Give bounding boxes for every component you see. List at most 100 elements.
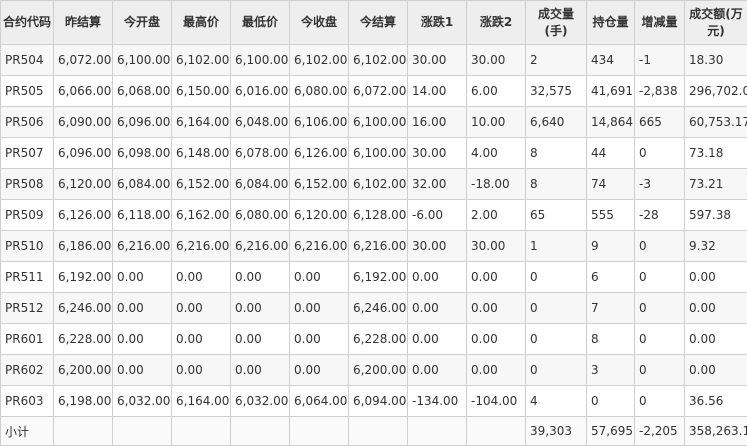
- table-cell: 6,096.00: [54, 138, 113, 169]
- table-cell: -6.00: [408, 200, 467, 231]
- table-cell: 296,702.03: [685, 76, 747, 107]
- table-cell: 10.00: [467, 107, 526, 138]
- table-cell: 0.00: [408, 355, 467, 386]
- contract-code-cell: PR505: [1, 76, 54, 107]
- table-cell: 6,090.00: [54, 107, 113, 138]
- table-cell: 0: [587, 386, 635, 417]
- table-cell: 6,198.00: [54, 386, 113, 417]
- table-cell: 8: [526, 169, 587, 200]
- header-close: 今收盘: [290, 1, 349, 45]
- table-cell: 1: [526, 231, 587, 262]
- table-cell: 6,120.00: [54, 169, 113, 200]
- header-prev-settle: 昨结算: [54, 1, 113, 45]
- table-row: PR5056,066.006,068.006,150.006,016.006,0…: [1, 76, 747, 107]
- futures-settlement-table: 合约代码昨结算今开盘最高价最低价今收盘今结算涨跌1涨跌2成交量(手)持仓量增减量…: [0, 0, 747, 446]
- table-cell: 41,691: [587, 76, 635, 107]
- table-cell: 6,072.00: [54, 45, 113, 76]
- table-cell: 6,164.00: [172, 386, 231, 417]
- table-cell: 14.00: [408, 76, 467, 107]
- table-cell: 0.00: [290, 293, 349, 324]
- table-cell: 6,228.00: [349, 324, 408, 355]
- table-cell: 6,200.00: [349, 355, 408, 386]
- table-cell: 0.00: [113, 293, 172, 324]
- subtotal-cell: 57,695: [587, 417, 635, 446]
- table-cell: 6,016.00: [231, 76, 290, 107]
- table-cell: 6,102.00: [290, 45, 349, 76]
- header-volume: 成交量(手): [526, 1, 587, 45]
- contract-code-cell: PR509: [1, 200, 54, 231]
- table-cell: 6,032.00: [113, 386, 172, 417]
- table-cell: 0.00: [172, 324, 231, 355]
- table-cell: 74: [587, 169, 635, 200]
- header-open: 今开盘: [113, 1, 172, 45]
- table-cell: 6,200.00: [54, 355, 113, 386]
- header-high: 最高价: [172, 1, 231, 45]
- table-cell: 6,072.00: [349, 76, 408, 107]
- table-cell: -3: [635, 169, 685, 200]
- subtotal-cell: [113, 417, 172, 446]
- contract-code-cell: PR507: [1, 138, 54, 169]
- table-cell: 6,228.00: [54, 324, 113, 355]
- table-cell: 6,152.00: [290, 169, 349, 200]
- table-cell: 6,192.00: [54, 262, 113, 293]
- table-row: PR6016,228.000.000.000.000.006,228.000.0…: [1, 324, 747, 355]
- table-cell: 6,216.00: [113, 231, 172, 262]
- table-cell: 0.00: [231, 262, 290, 293]
- subtotal-cell: [54, 417, 113, 446]
- table-cell: 7: [587, 293, 635, 324]
- table-cell: 0.00: [467, 293, 526, 324]
- header-change2: 涨跌2: [467, 1, 526, 45]
- table-cell: -18.00: [467, 169, 526, 200]
- table-cell: 30.00: [408, 231, 467, 262]
- table-cell: 597.38: [685, 200, 747, 231]
- table-cell: 0.00: [685, 355, 747, 386]
- table-cell: 0: [635, 293, 685, 324]
- table-cell: 6,098.00: [113, 138, 172, 169]
- table-cell: 6: [587, 262, 635, 293]
- subtotal-cell: 39,303: [526, 417, 587, 446]
- table-cell: 6,246.00: [54, 293, 113, 324]
- table-cell: 0.00: [231, 324, 290, 355]
- table-cell: 3: [587, 355, 635, 386]
- table-cell: 6,066.00: [54, 76, 113, 107]
- table-cell: 0.00: [231, 293, 290, 324]
- subtotal-cell: [290, 417, 349, 446]
- subtotal-label: 小计: [1, 417, 54, 446]
- contract-code-cell: PR512: [1, 293, 54, 324]
- table-cell: 6,080.00: [231, 200, 290, 231]
- table-cell: 32.00: [408, 169, 467, 200]
- table-cell: 6,640: [526, 107, 587, 138]
- subtotal-cell: 358,263.16: [685, 417, 747, 446]
- table-cell: 6,102.00: [172, 45, 231, 76]
- table-cell: 0.00: [172, 293, 231, 324]
- table-cell: 6,096.00: [113, 107, 172, 138]
- table-cell: 0.00: [408, 262, 467, 293]
- table-cell: 8: [526, 138, 587, 169]
- table-cell: 2: [526, 45, 587, 76]
- table-cell: 6,064.00: [290, 386, 349, 417]
- table-cell: 6,164.00: [172, 107, 231, 138]
- table-cell: 73.18: [685, 138, 747, 169]
- table-row: PR5106,186.006,216.006,216.006,216.006,2…: [1, 231, 747, 262]
- table-cell: 434: [587, 45, 635, 76]
- table-cell: -1: [635, 45, 685, 76]
- header-oi-change: 增减量: [635, 1, 685, 45]
- table-cell: 8: [587, 324, 635, 355]
- header-settle: 今结算: [349, 1, 408, 45]
- table-cell: 0.00: [113, 324, 172, 355]
- subtotal-cell: [467, 417, 526, 446]
- contract-code-cell: PR511: [1, 262, 54, 293]
- table-cell: 0.00: [467, 324, 526, 355]
- table-cell: 6,186.00: [54, 231, 113, 262]
- subtotal-cell: [231, 417, 290, 446]
- header-open-interest: 持仓量: [587, 1, 635, 45]
- table-row: PR5066,090.006,096.006,164.006,048.006,1…: [1, 107, 747, 138]
- table-cell: -28: [635, 200, 685, 231]
- table-cell: 6,152.00: [172, 169, 231, 200]
- table-cell: 6,128.00: [349, 200, 408, 231]
- table-cell: 6,102.00: [349, 169, 408, 200]
- table-cell: 6,032.00: [231, 386, 290, 417]
- subtotal-cell: [408, 417, 467, 446]
- table-cell: 0.00: [685, 324, 747, 355]
- table-cell: 6,106.00: [290, 107, 349, 138]
